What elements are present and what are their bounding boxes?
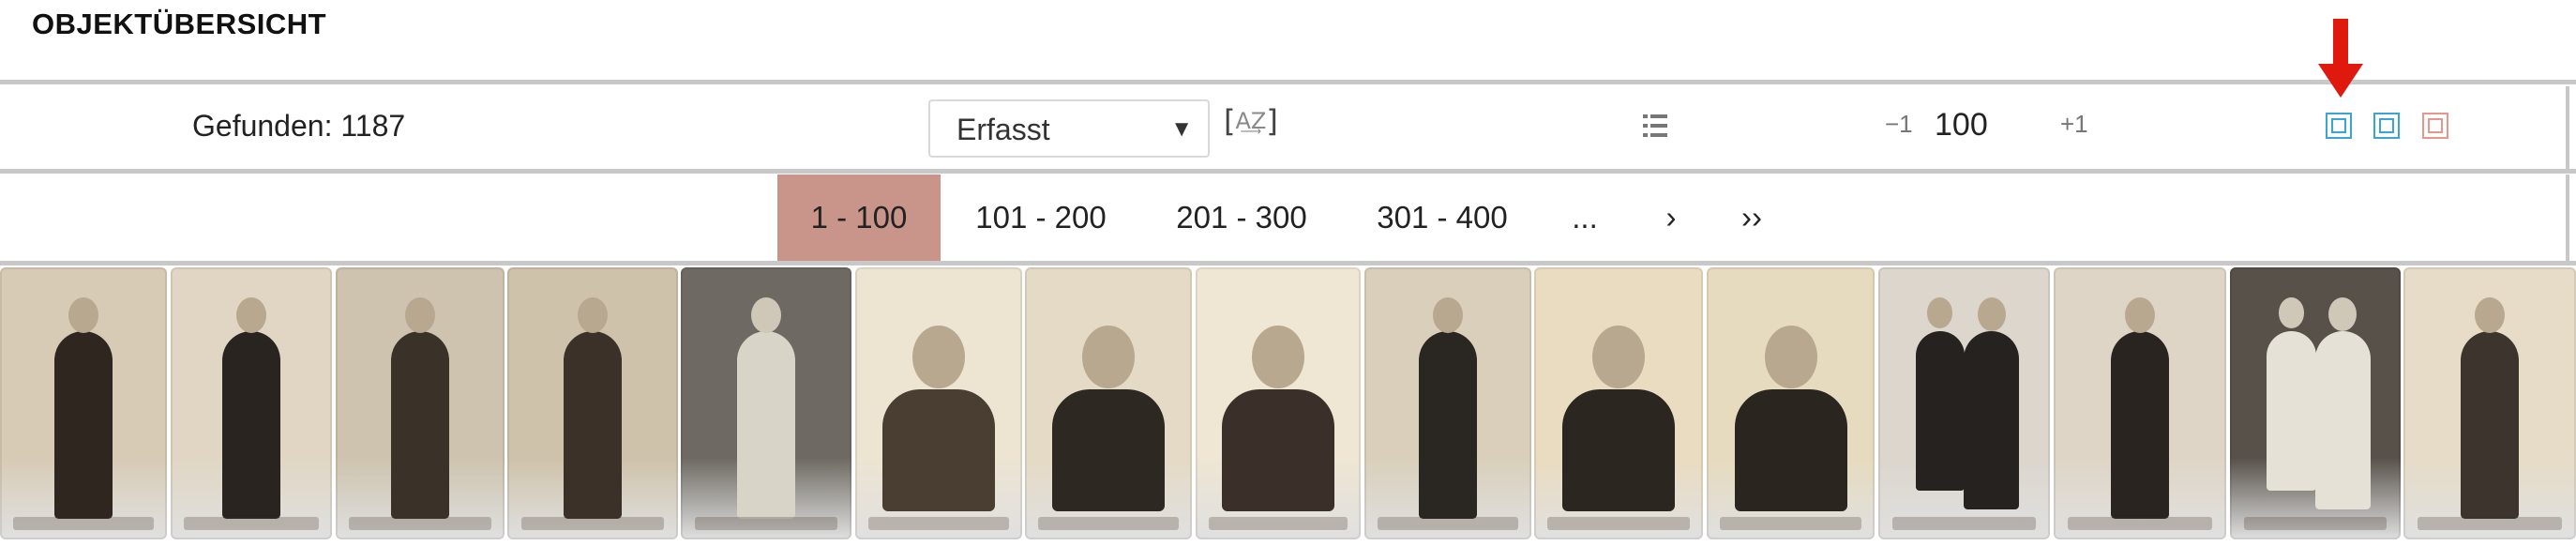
- sort-direction-button[interactable]: [A͢Z]: [1224, 103, 1278, 139]
- portrait-figure-head: [2327, 297, 2358, 332]
- portrait-figure-head: [2125, 297, 2155, 334]
- portrait-figure-head: [1082, 326, 1135, 389]
- studio-imprint: [1209, 517, 1348, 530]
- studio-imprint: [520, 517, 665, 530]
- portrait-figure-body: [882, 389, 995, 511]
- photo-thumbnail[interactable]: [0, 267, 167, 539]
- page-link-301-400[interactable]: 301 - 400: [1356, 174, 1529, 261]
- sort-select-value: Erfasst: [957, 113, 1050, 146]
- portrait-figure-body: [54, 331, 113, 519]
- photo-thumbnail[interactable]: [2403, 267, 2576, 539]
- photo-thumbnail[interactable]: [336, 267, 505, 539]
- photo-thumbnail[interactable]: [1878, 267, 2050, 539]
- page-ellipsis: ...: [1572, 200, 1598, 235]
- photo-thumbnail[interactable]: [2230, 267, 2401, 539]
- photo-thumbnail[interactable]: [2054, 267, 2226, 539]
- studio-imprint: [694, 517, 838, 530]
- photo-thumbnail[interactable]: [1707, 267, 1875, 539]
- red-arrow-indicator-icon: [2318, 19, 2363, 98]
- photo-thumbnail[interactable]: [1196, 267, 1361, 539]
- page-last-button[interactable]: ››: [1731, 174, 1772, 261]
- portrait-figure-body: [391, 331, 449, 519]
- sort-az-icon: [A͢Z]: [1224, 103, 1278, 139]
- grid-view-medium-icon[interactable]: [2373, 113, 2400, 139]
- portrait-figure-body: [2267, 331, 2316, 491]
- page-next-button[interactable]: ›: [1650, 174, 1692, 261]
- studio-imprint: [868, 517, 1009, 530]
- portrait-figure-body: [222, 331, 280, 519]
- portrait-figure-body: [1222, 389, 1334, 511]
- portrait-figure-head: [405, 297, 435, 334]
- photo-thumbnail[interactable]: [681, 267, 851, 539]
- result-count: Gefunden: 1187: [192, 109, 406, 143]
- result-toolbar: Gefunden: 1187 Erfasst ▼ [A͢Z] −1 100 +1: [0, 86, 2569, 169]
- page-size-decrease-button[interactable]: −1: [1885, 110, 1913, 139]
- studio-imprint: [2243, 517, 2388, 530]
- page-title: OBJEKTÜBERSICHT: [32, 8, 327, 40]
- grid-view-large-icon[interactable]: [2326, 113, 2352, 139]
- portrait-figure-body: [1964, 331, 2020, 509]
- portrait-figure-body: [2314, 331, 2371, 509]
- portrait-figure-head: [578, 297, 608, 334]
- header-divider: [0, 80, 2576, 84]
- portrait-figure-body: [564, 331, 622, 519]
- page-link-1-100[interactable]: 1 - 100: [777, 174, 941, 261]
- portrait-figure-head: [1433, 297, 1463, 334]
- pagination: 1 - 100 101 - 200 201 - 300 301 - 400 ..…: [0, 174, 2569, 261]
- portrait-figure-head: [236, 297, 266, 334]
- portrait-figure-body: [1734, 389, 1847, 511]
- portrait-figure-head: [2278, 297, 2305, 328]
- page-size-increase-button[interactable]: +1: [2060, 110, 2088, 139]
- portrait-figure-body: [2111, 331, 2169, 519]
- toolbar-divider: [0, 169, 2576, 174]
- studio-imprint: [1891, 517, 2037, 530]
- studio-imprint: [2067, 517, 2213, 530]
- photo-thumbnail[interactable]: [1025, 267, 1192, 539]
- studio-imprint: [1038, 517, 1179, 530]
- photo-thumbnail[interactable]: [1534, 267, 1703, 539]
- page-link-101-200[interactable]: 101 - 200: [955, 174, 1127, 261]
- portrait-figure-head: [68, 297, 98, 334]
- list-view-icon[interactable]: [1643, 114, 1667, 137]
- portrait-figure-head: [1977, 297, 2006, 332]
- studio-imprint: [1547, 517, 1690, 530]
- studio-imprint: [183, 517, 320, 530]
- portrait-figure-body: [1052, 389, 1165, 511]
- portrait-figure-body: [737, 331, 795, 519]
- portrait-figure-head: [2475, 297, 2505, 334]
- portrait-figure-head: [1592, 326, 1645, 389]
- portrait-figure-body: [1562, 389, 1675, 511]
- portrait-figure-head: [1927, 297, 1953, 328]
- portrait-figure-head: [751, 297, 781, 334]
- thumbnail-gallery: [0, 265, 2576, 546]
- studio-imprint: [1720, 517, 1861, 530]
- chevron-down-icon: ▼: [1170, 116, 1193, 142]
- photo-thumbnail[interactable]: [1364, 267, 1531, 539]
- portrait-figure-body: [2461, 331, 2519, 519]
- portrait-figure-head: [912, 326, 965, 389]
- studio-imprint: [2417, 517, 2563, 530]
- page-size-value: 100: [1935, 107, 1988, 143]
- portrait-figure-body: [1419, 331, 1477, 519]
- studio-imprint: [1378, 517, 1518, 530]
- photo-thumbnail[interactable]: [855, 267, 1022, 539]
- sort-select[interactable]: Erfasst ▼: [928, 99, 1210, 158]
- studio-imprint: [13, 517, 154, 530]
- photo-thumbnail[interactable]: [171, 267, 332, 539]
- page-link-201-300[interactable]: 201 - 300: [1155, 174, 1328, 261]
- studio-imprint: [349, 517, 491, 530]
- portrait-figure-head: [1764, 326, 1817, 389]
- portrait-figure-body: [1915, 331, 1966, 491]
- portrait-figure-head: [1252, 326, 1304, 389]
- photo-thumbnail[interactable]: [507, 267, 678, 539]
- grid-view-small-icon[interactable]: [2422, 113, 2448, 139]
